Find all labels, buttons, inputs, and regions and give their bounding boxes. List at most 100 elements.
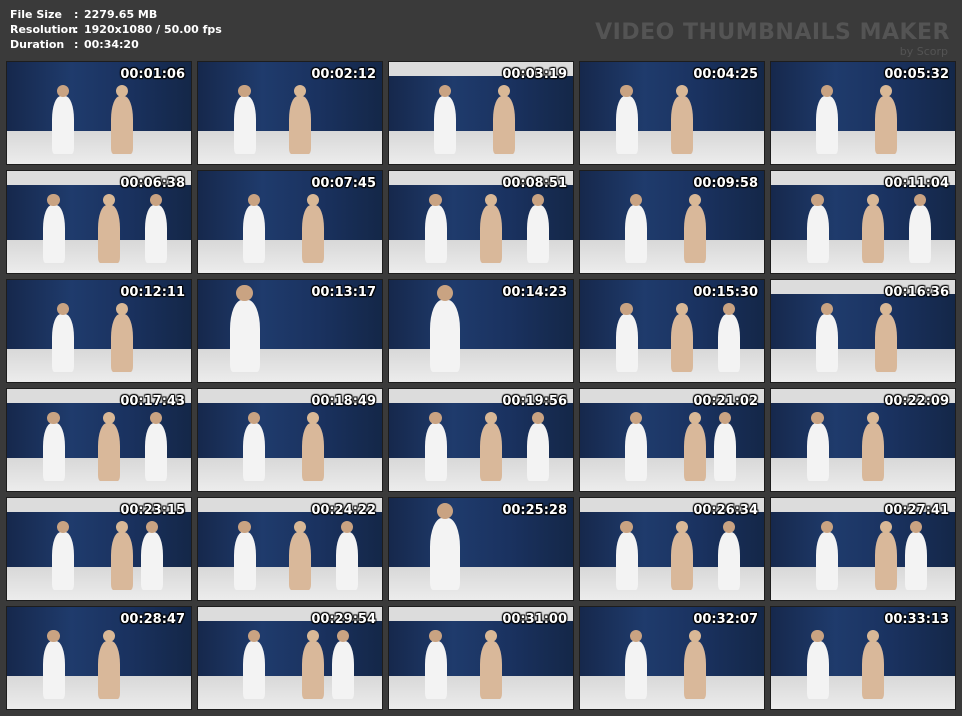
person-head [438, 84, 451, 97]
thumbnail[interactable]: 00:22:09 [770, 388, 956, 492]
thumbnail-timestamp: 00:03:19 [502, 67, 567, 82]
thumbnail-timestamp: 00:32:07 [693, 612, 758, 627]
person-head [47, 411, 60, 424]
person-figure [229, 284, 260, 372]
floor [7, 131, 191, 164]
thumbnail[interactable]: 00:15:30 [579, 279, 765, 383]
person-head [238, 84, 251, 97]
person-figure [905, 520, 928, 590]
person-figure [714, 411, 737, 481]
person-figure [806, 411, 829, 481]
thumbnail[interactable]: 00:33:13 [770, 606, 956, 710]
thumbnail[interactable]: 00:27:41 [770, 497, 956, 601]
person-figure [111, 520, 134, 590]
thumbnail[interactable]: 00:01:06 [6, 61, 192, 165]
person-figure [862, 193, 885, 263]
person-figure [862, 629, 885, 699]
thumbnail-timestamp: 00:27:41 [884, 503, 949, 518]
duration-value: 00:34:20 [84, 38, 139, 51]
floor [580, 458, 764, 491]
person-figure [98, 193, 121, 263]
thumbnail[interactable]: 00:31:00 [388, 606, 574, 710]
floor [198, 240, 382, 273]
thumbnail-grid: 00:01:06 00:02:12 00:03:19 00:04:25 00:05:32… [6, 61, 956, 710]
resolution-separator: : [74, 23, 79, 36]
thumbnail[interactable]: 00:11:04 [770, 170, 956, 274]
brand-title: VIDEO THUMBNAILS MAKER [595, 20, 950, 45]
thumbnail[interactable]: 00:32:07 [579, 606, 765, 710]
person-head [913, 193, 926, 206]
file-size-label: File Size [10, 8, 62, 21]
thumbnail[interactable]: 00:06:38 [6, 170, 192, 274]
person-figure [806, 629, 829, 699]
thumbnail[interactable]: 00:04:25 [579, 61, 765, 165]
thumbnail[interactable]: 00:16:36 [770, 279, 956, 383]
person-figure [98, 411, 121, 481]
thumbnail[interactable]: 00:09:58 [579, 170, 765, 274]
thumbnail[interactable]: 00:21:02 [579, 388, 765, 492]
floor [7, 349, 191, 382]
person-figure [717, 302, 740, 372]
person-figure [424, 193, 447, 263]
person-figure [806, 193, 829, 263]
floor [198, 349, 382, 382]
thumbnail-timestamp: 00:23:15 [120, 503, 185, 518]
person-head [337, 629, 350, 642]
thumbnail-timestamp: 00:17:43 [120, 394, 185, 409]
thumbnail[interactable]: 00:12:11 [6, 279, 192, 383]
thumbnail[interactable]: 00:07:45 [197, 170, 383, 274]
thumbnail[interactable]: 00:17:43 [6, 388, 192, 492]
person-figure [671, 84, 694, 154]
person-head [238, 520, 251, 533]
thumbnail[interactable]: 00:13:17 [197, 279, 383, 383]
thumbnail[interactable]: 00:28:47 [6, 606, 192, 710]
person-figure [615, 84, 638, 154]
thumbnail[interactable]: 00:02:12 [197, 61, 383, 165]
person-figure [862, 411, 885, 481]
person-figure [429, 284, 460, 372]
person-figure [671, 520, 694, 590]
thumbnail[interactable]: 00:19:56 [388, 388, 574, 492]
person-head [146, 520, 159, 533]
person-head [722, 520, 735, 533]
person-figure [526, 193, 549, 263]
person-head [620, 302, 633, 315]
thumbnail[interactable]: 00:24:22 [197, 497, 383, 601]
person-head [56, 302, 69, 315]
person-figure [429, 502, 460, 590]
resolution-label: Resolution [10, 23, 77, 36]
person-figure [51, 520, 74, 590]
thumbnail[interactable]: 00:26:34 [579, 497, 765, 601]
person-figure [624, 629, 647, 699]
person-head [531, 411, 544, 424]
thumbnail[interactable]: 00:08:51 [388, 170, 574, 274]
thumbnail-timestamp: 00:29:54 [311, 612, 376, 627]
floor [389, 567, 573, 600]
person-head [247, 629, 260, 642]
person-head [531, 193, 544, 206]
person-head [811, 193, 824, 206]
thumbnail[interactable]: 00:18:49 [197, 388, 383, 492]
person-figure [684, 629, 707, 699]
person-figure [624, 193, 647, 263]
thumbnail[interactable]: 00:25:28 [388, 497, 574, 601]
person-figure [875, 302, 898, 372]
floor [580, 676, 764, 709]
person-figure [144, 193, 167, 263]
thumbnail-timestamp: 00:22:09 [884, 394, 949, 409]
person-head [56, 520, 69, 533]
person-head [429, 193, 442, 206]
thumbnail-timestamp: 00:09:58 [693, 176, 758, 191]
person-figure [875, 520, 898, 590]
person-head [811, 411, 824, 424]
floor [389, 131, 573, 164]
thumbnail[interactable]: 00:05:32 [770, 61, 956, 165]
thumbnail[interactable]: 00:03:19 [388, 61, 574, 165]
person-figure [671, 302, 694, 372]
thumbnail[interactable]: 00:14:23 [388, 279, 574, 383]
thumbnail[interactable]: 00:29:54 [197, 606, 383, 710]
thumbnail[interactable]: 00:23:15 [6, 497, 192, 601]
thumbnail-timestamp: 00:02:12 [311, 67, 376, 82]
thumbnail-timestamp: 00:11:04 [884, 176, 949, 191]
file-size-value: 2279.65 MB [84, 8, 158, 21]
